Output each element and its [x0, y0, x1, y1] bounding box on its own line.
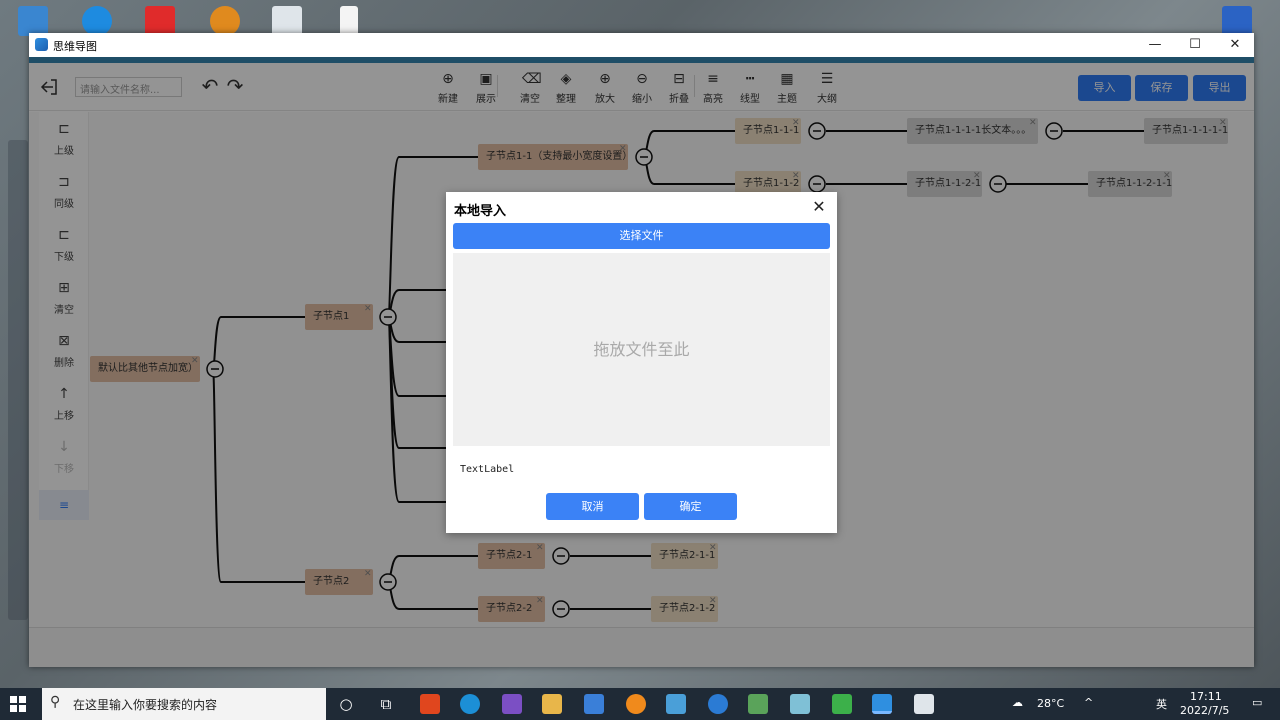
- taskbar-app-icon[interactable]: [666, 694, 686, 714]
- weather-temp: 28°C: [1037, 697, 1065, 710]
- dialog-title: 本地导入: [454, 204, 507, 219]
- desktop-app-icon[interactable]: [210, 6, 240, 36]
- desktop-teamviewer-icon[interactable]: [82, 6, 112, 36]
- choose-file-button[interactable]: 选择文件: [453, 223, 830, 249]
- clock-date[interactable]: 2022/7/5: [1180, 704, 1229, 717]
- weather-icon: ☁: [1012, 696, 1023, 709]
- cancel-button[interactable]: 取消: [546, 493, 639, 520]
- tray-expand-icon[interactable]: ^: [1084, 696, 1093, 709]
- search-placeholder: 在这里输入你要搜索的内容: [73, 698, 218, 712]
- desktop-youdao-icon[interactable]: [145, 6, 175, 36]
- taskbar-qt-icon[interactable]: [832, 694, 852, 714]
- taskbar-office-icon[interactable]: [420, 694, 440, 714]
- status-text-label: TextLabel: [460, 464, 515, 475]
- taskbar: ⚲ 在这里输入你要搜索的内容 ○ ⧉ ☁ 28°C ^ 英 17:11 2022…: [0, 688, 1280, 720]
- taskbar-search-box[interactable]: ⚲ 在这里输入你要搜索的内容: [42, 688, 326, 720]
- app-logo-icon: [35, 38, 48, 51]
- taskbar-image-icon[interactable]: [748, 694, 768, 714]
- taskbar-vs-icon[interactable]: [502, 694, 522, 714]
- dialog-close-icon[interactable]: ✕: [811, 198, 827, 216]
- taskbar-edge-icon[interactable]: [460, 694, 480, 714]
- title-bar: 思维导图 — ☐ ✕: [29, 33, 1254, 57]
- taskbar-mindmap-icon[interactable]: [872, 694, 892, 714]
- windows-start-icon[interactable]: [10, 696, 26, 712]
- confirm-button[interactable]: 确定: [644, 493, 737, 520]
- ime-indicator[interactable]: 英: [1156, 696, 1167, 712]
- taskbar-store-icon[interactable]: [584, 694, 604, 714]
- desktop-sg-icon[interactable]: [272, 6, 302, 36]
- cortana-icon[interactable]: ○: [336, 694, 356, 714]
- desktop-left-icons: [8, 140, 28, 620]
- task-view-icon[interactable]: ⧉: [376, 694, 396, 714]
- close-window-button[interactable]: ✕: [1215, 33, 1254, 57]
- search-icon: ⚲: [50, 694, 61, 710]
- taskbar-sg-icon[interactable]: [914, 694, 934, 714]
- clock-time[interactable]: 17:11: [1190, 690, 1222, 703]
- taskbar-explorer-icon[interactable]: [542, 694, 562, 714]
- file-drop-zone[interactable]: 拖放文件至此: [453, 253, 830, 446]
- maximize-button[interactable]: ☐: [1175, 33, 1215, 57]
- minimize-button[interactable]: —: [1135, 33, 1175, 57]
- taskbar-teamviewer-icon[interactable]: [708, 694, 728, 714]
- desktop-word-icon[interactable]: [1222, 6, 1252, 36]
- import-dialog: 本地导入 ✕ 选择文件 拖放文件至此 TextLabel 取消 确定: [446, 192, 837, 533]
- notification-icon[interactable]: ▭: [1252, 696, 1262, 709]
- desktop-file-icon[interactable]: [340, 6, 358, 36]
- desktop-computer-icon[interactable]: [18, 6, 48, 36]
- window-title: 思维导图: [53, 40, 97, 53]
- taskbar-notes-icon[interactable]: [790, 694, 810, 714]
- taskbar-search-app-icon[interactable]: [626, 694, 646, 714]
